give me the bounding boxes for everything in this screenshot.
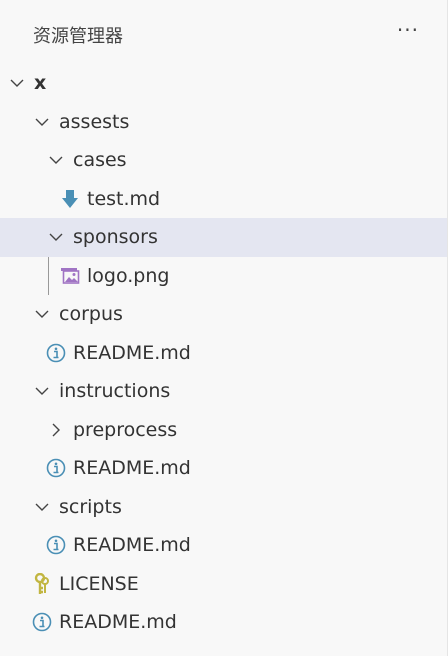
tree-item-label: README.md bbox=[73, 457, 191, 480]
tree-item-label: preprocess bbox=[73, 418, 178, 441]
tree-item-label: README.md bbox=[73, 534, 191, 557]
tree-item-label: scripts bbox=[59, 495, 122, 518]
tree-item-label: test.md bbox=[87, 187, 161, 210]
image-icon bbox=[60, 257, 80, 296]
explorer-header: 资源管理器 ··· bbox=[0, 0, 447, 64]
tree-file[interactable]: logo.png bbox=[0, 256, 447, 296]
download-arrow-icon bbox=[60, 180, 80, 219]
tree-file[interactable]: README.md bbox=[0, 526, 447, 565]
tree-file[interactable]: README.md bbox=[0, 603, 447, 642]
tree-folder[interactable]: assests bbox=[0, 103, 447, 142]
info-icon bbox=[46, 334, 66, 373]
tree-folder[interactable]: sponsors bbox=[0, 218, 447, 257]
tree-folder[interactable]: preprocess bbox=[0, 411, 447, 450]
tree-folder[interactable]: scripts bbox=[0, 488, 447, 527]
file-tree: x assests cases test.md sponsors logo.png corp… bbox=[0, 64, 447, 642]
tree-file[interactable]: test.md bbox=[0, 180, 447, 219]
tree-folder[interactable]: x bbox=[0, 64, 447, 103]
tree-item-label: README.md bbox=[59, 611, 177, 634]
chevron-down-icon[interactable] bbox=[46, 218, 66, 257]
chevron-down-icon[interactable] bbox=[32, 372, 52, 411]
info-icon bbox=[46, 526, 66, 565]
chevron-down-icon[interactable] bbox=[32, 295, 52, 334]
chevron-down-icon[interactable] bbox=[7, 64, 27, 103]
key-icon bbox=[32, 565, 52, 604]
info-icon bbox=[32, 603, 52, 642]
tree-item-label: corpus bbox=[59, 303, 123, 326]
indent-guide bbox=[48, 256, 49, 295]
chevron-down-icon[interactable] bbox=[32, 103, 52, 142]
tree-item-label: README.md bbox=[73, 341, 191, 364]
tree-file[interactable]: README.md bbox=[0, 449, 447, 488]
tree-item-label: sponsors bbox=[73, 226, 158, 249]
tree-file[interactable]: LICENSE bbox=[0, 565, 447, 604]
info-icon bbox=[46, 449, 66, 488]
tree-item-label: LICENSE bbox=[59, 572, 139, 595]
tree-folder[interactable]: corpus bbox=[0, 295, 447, 334]
tree-item-label: assests bbox=[59, 110, 130, 133]
tree-item-label: instructions bbox=[59, 380, 171, 403]
tree-item-label: logo.png bbox=[87, 264, 170, 287]
ellipsis-icon[interactable]: ··· bbox=[397, 18, 419, 42]
chevron-down-icon[interactable] bbox=[32, 488, 52, 527]
explorer-title: 资源管理器 bbox=[33, 26, 123, 47]
chevron-right-icon[interactable] bbox=[46, 411, 66, 450]
tree-item-label: x bbox=[34, 72, 47, 95]
chevron-down-icon[interactable] bbox=[46, 141, 66, 180]
tree-folder[interactable]: cases bbox=[0, 141, 447, 180]
tree-file[interactable]: README.md bbox=[0, 334, 447, 373]
tree-folder[interactable]: instructions bbox=[0, 372, 447, 411]
tree-item-label: cases bbox=[73, 149, 127, 172]
